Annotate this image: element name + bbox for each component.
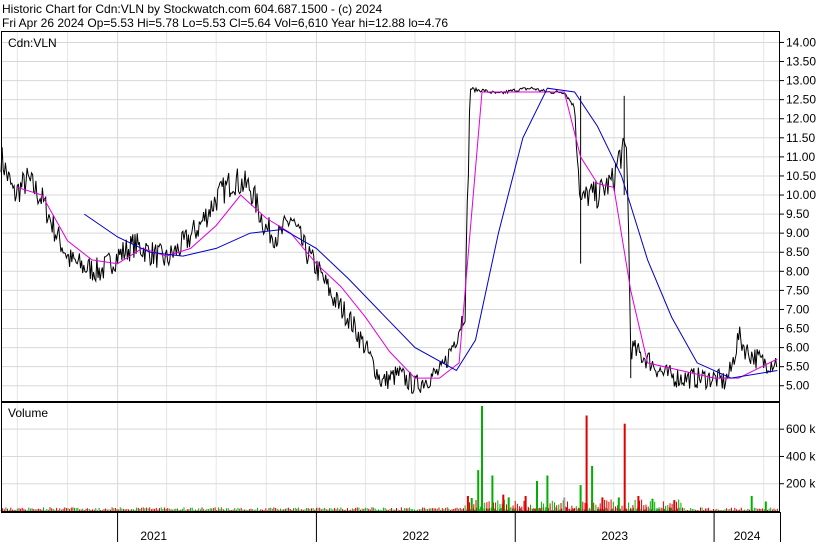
volume-panel-frame — [1, 402, 780, 512]
price-tick-label: 10.50 — [786, 169, 816, 183]
panel-frames — [1, 31, 784, 542]
price-tick-label: 9.50 — [786, 207, 810, 221]
volume-spike-bar — [637, 496, 640, 511]
price-panel-frame — [1, 31, 780, 402]
grid-lines — [1, 31, 780, 511]
price-tick-label: 7.50 — [786, 283, 810, 297]
price-tick-label: 5.50 — [786, 360, 810, 374]
axis-labels: 5.00 5.50 6.00 6.50 7.00 7.50 8.00 8.50 9.00 9.50… — [140, 35, 816, 543]
price-tick-label: 13.50 — [786, 55, 816, 69]
volume-tick-label: 200 k — [786, 477, 816, 491]
price-tick-label: 5.00 — [786, 379, 810, 393]
price-tick-label: 11.00 — [786, 150, 815, 164]
year-label: 2023 — [601, 529, 628, 543]
volume-spike-bar — [585, 415, 588, 511]
volume-spike-bar — [591, 466, 594, 511]
volume-spike-bar — [466, 496, 469, 511]
volume-spike-bar — [651, 498, 654, 511]
price-tick-label: 12.50 — [786, 93, 816, 107]
price-tick-label: 12.00 — [786, 112, 816, 126]
volume-spike-bar — [601, 497, 604, 511]
volume-spike-bar — [477, 470, 480, 511]
volume-spike-bar — [579, 485, 582, 511]
price-tick-label: 9.00 — [786, 226, 810, 240]
volume-spike-bar — [673, 500, 676, 511]
year-label: 2022 — [402, 529, 429, 543]
price-tick-label: 7.00 — [786, 302, 810, 316]
price-panel-label: Cdn:VLN — [8, 36, 57, 50]
volume-spike-bar — [470, 498, 473, 511]
moving-average-short — [17, 91, 778, 379]
volume-spike-bar — [481, 406, 483, 511]
volume-spike-bar — [524, 496, 527, 511]
price-tick-label: 11.50 — [786, 131, 815, 145]
volume-spike-bar — [563, 497, 566, 511]
volume-tick-label: 600 k — [786, 422, 816, 436]
price-tick-label: 10.00 — [786, 188, 816, 202]
price-tick-label: 14.00 — [786, 35, 816, 49]
volume-spike-bar — [491, 475, 494, 511]
volume-spike-bar — [623, 423, 626, 511]
volume-tick-label: 400 k — [786, 449, 816, 463]
volume-spike-bar — [507, 497, 510, 511]
volume-spike-bar — [764, 501, 767, 511]
volume-panel-label: Volume — [8, 406, 48, 420]
volume-spike-bar — [750, 496, 753, 511]
price-tick-label: 6.00 — [786, 341, 810, 355]
price-tick-label: 13.00 — [786, 74, 816, 88]
volume-spike-bar — [546, 475, 549, 511]
volume-spike-bar — [536, 481, 538, 511]
stock-chart: 5.00 5.50 6.00 6.50 7.00 7.50 8.00 8.50 9.00 9.50… — [0, 31, 816, 543]
year-label: 2024 — [734, 529, 761, 543]
price-tick-label: 6.50 — [786, 322, 810, 336]
price-tick-label: 8.00 — [786, 264, 810, 278]
price-tick-label: 8.50 — [786, 245, 810, 259]
year-label: 2021 — [140, 529, 167, 543]
volume-spike-bar — [502, 494, 505, 511]
volume-spike-bar — [617, 497, 620, 511]
